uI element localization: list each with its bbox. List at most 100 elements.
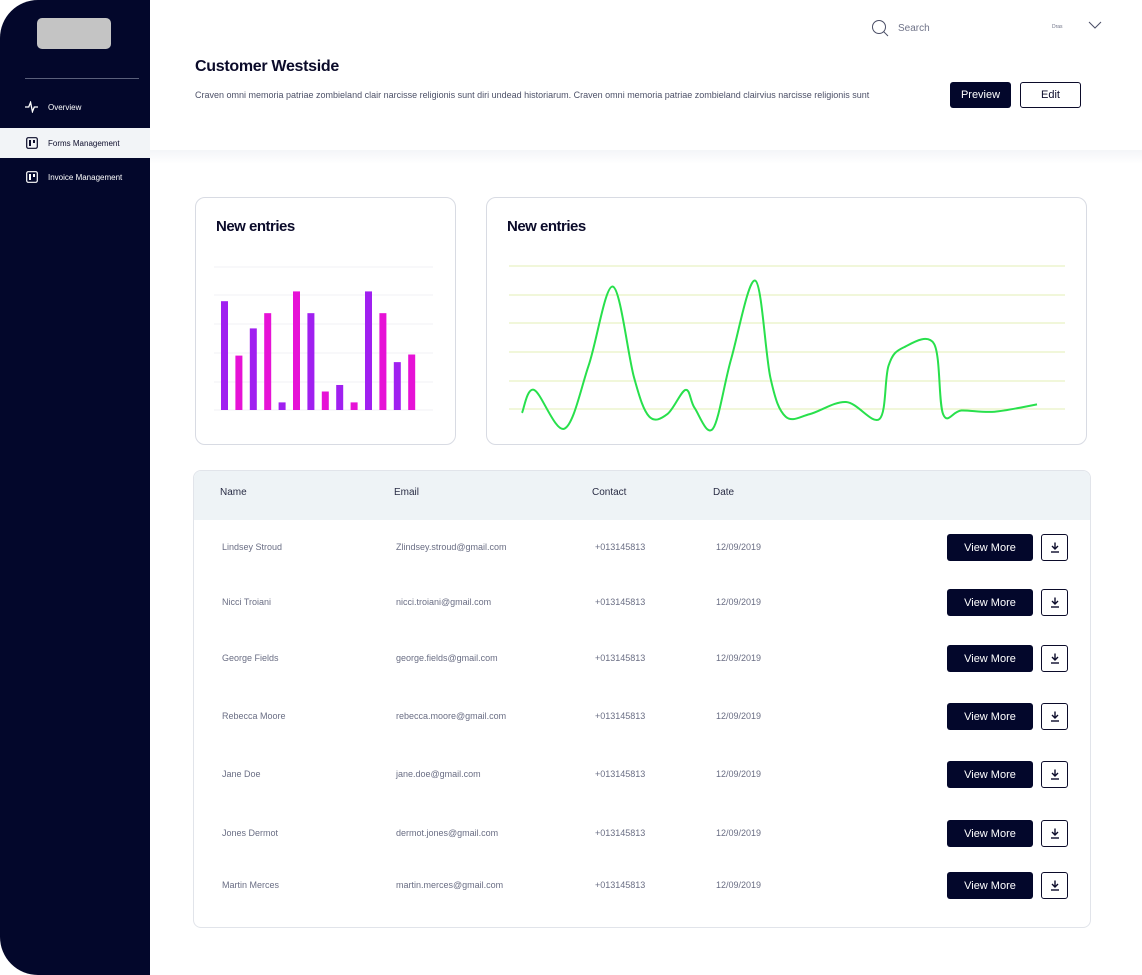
table-row: Nicci Troiani nicci.troiani@gmail.com +013… (194, 583, 1090, 623)
bar (278, 402, 286, 410)
cell-contact: +013145813 (595, 542, 646, 552)
sidebar-item-invoice-management[interactable]: Invoice Management (0, 162, 150, 192)
sidebar-item-label: Forms Management (48, 138, 120, 148)
bar (264, 313, 272, 410)
cell-date: 12/09/2019 (716, 597, 762, 607)
table-row: Rebecca Moore rebecca.moore@gmail.com +013… (194, 697, 1090, 737)
cell-email: nicci.troiani@gmail.com (396, 597, 492, 607)
cell-date: 12/09/2019 (716, 769, 762, 779)
cell-date: 12/09/2019 (716, 653, 762, 663)
download-button[interactable] (1041, 534, 1068, 561)
table-row: Lindsey Stroud Zlindsey.stroud@gmail.com +… (194, 528, 1090, 568)
board-icon (25, 137, 38, 150)
table-row: George Fields george.fields@gmail.com +013… (194, 639, 1090, 679)
bar-chart (214, 266, 433, 411)
column-header-date[interactable]: Date (713, 487, 734, 498)
cell-email: rebecca.moore@gmail.com (396, 711, 507, 721)
cell-date: 12/09/2019 (716, 711, 762, 721)
cell-email: dermot.jones@gmail.com (396, 828, 499, 838)
edit-button[interactable]: Edit (1020, 82, 1081, 108)
chevron-down-icon[interactable] (1088, 20, 1102, 30)
user-name[interactable]: Dras (1052, 24, 1063, 30)
bar (408, 354, 416, 410)
download-icon (1050, 597, 1059, 608)
line-chart-card: New entries (486, 197, 1087, 445)
activity-icon (25, 101, 38, 114)
bar (365, 291, 372, 410)
cell-contact: +013145813 (595, 769, 646, 779)
column-header-name[interactable]: Name (220, 487, 247, 498)
bar (350, 402, 358, 410)
download-button[interactable] (1041, 820, 1068, 847)
sidebar-item-label: Overview (48, 102, 82, 112)
table-row: Jones Dermot dermot.jones@gmail.com +01314… (194, 814, 1090, 854)
view-more-button[interactable]: View More (947, 645, 1033, 672)
table-header: Name Email Contact Date (194, 471, 1090, 520)
download-icon (1050, 828, 1059, 839)
download-button[interactable] (1041, 761, 1068, 788)
sidebar-item-forms-management[interactable]: Forms Management (0, 128, 150, 158)
cell-name: Lindsey Stroud (222, 542, 283, 552)
sidebar-item-label: Invoice Management (48, 172, 123, 182)
download-icon (1050, 769, 1059, 780)
bar (307, 313, 315, 410)
cell-name: Nicci Troiani (222, 597, 272, 607)
line-chart (509, 265, 1065, 432)
board-icon (25, 171, 38, 184)
sidebar-item-overview[interactable]: Overview (0, 92, 150, 122)
column-header-contact[interactable]: Contact (592, 487, 626, 498)
search-placeholder: Search (898, 22, 930, 34)
cell-email: george.fields@gmail.com (396, 653, 498, 663)
entries-table: Name Email Contact Date Lindsey Stroud Zl… (193, 470, 1091, 928)
cell-name: Rebecca Moore (222, 711, 286, 721)
cell-contact: +013145813 (595, 653, 646, 663)
series-line (521, 279, 1038, 432)
view-more-button[interactable]: View More (947, 534, 1033, 561)
logo-placeholder[interactable] (37, 18, 111, 49)
download-button[interactable] (1041, 589, 1068, 616)
download-button[interactable] (1041, 645, 1068, 672)
cell-date: 12/09/2019 (716, 880, 762, 890)
preview-button[interactable]: Preview (950, 82, 1011, 108)
search-icon (872, 20, 889, 37)
view-more-button[interactable]: View More (947, 872, 1033, 899)
view-more-button[interactable]: View More (947, 820, 1033, 847)
cell-email: martin.merces@gmail.com (396, 880, 504, 890)
download-button[interactable] (1041, 703, 1068, 730)
download-button[interactable] (1041, 872, 1068, 899)
cell-contact: +013145813 (595, 597, 646, 607)
view-more-button[interactable]: View More (947, 761, 1033, 788)
bar (321, 391, 329, 410)
view-more-button[interactable]: View More (947, 703, 1033, 730)
view-more-button[interactable]: View More (947, 589, 1033, 616)
cell-name: George Fields (222, 653, 279, 663)
download-icon (1050, 711, 1059, 722)
header-divider-shadow (150, 150, 1142, 164)
sidebar-divider (25, 78, 139, 79)
cell-name: Jones Dermot (222, 828, 279, 838)
cell-date: 12/09/2019 (716, 828, 762, 838)
download-icon (1050, 542, 1059, 553)
cell-name: Jane Doe (222, 769, 261, 779)
cell-date: 12/09/2019 (716, 542, 762, 552)
bar (379, 313, 387, 410)
search-box[interactable]: Search (871, 19, 930, 37)
bar (249, 328, 257, 410)
column-header-email[interactable]: Email (394, 487, 419, 498)
download-icon (1050, 880, 1059, 891)
table-row: Martin Merces martin.merces@gmail.com +013… (194, 866, 1090, 906)
bar (293, 291, 300, 410)
cell-contact: +013145813 (595, 880, 646, 890)
cell-name: Martin Merces (222, 880, 280, 890)
bar-chart-card: New entries (195, 197, 456, 445)
sidebar: Overview Forms Management Invoice Manage… (0, 0, 150, 975)
bar (221, 301, 228, 410)
bar (235, 355, 243, 410)
page-description: Craven omni memoria patriae zombieland c… (195, 90, 870, 100)
download-icon (1050, 653, 1059, 664)
bar (336, 384, 344, 410)
cell-contact: +013145813 (595, 828, 646, 838)
table-row: Jane Doe jane.doe@gmail.com +013145813 12/0… (194, 755, 1090, 795)
cell-email: Zlindsey.stroud@gmail.com (396, 542, 507, 552)
bar (393, 362, 401, 410)
